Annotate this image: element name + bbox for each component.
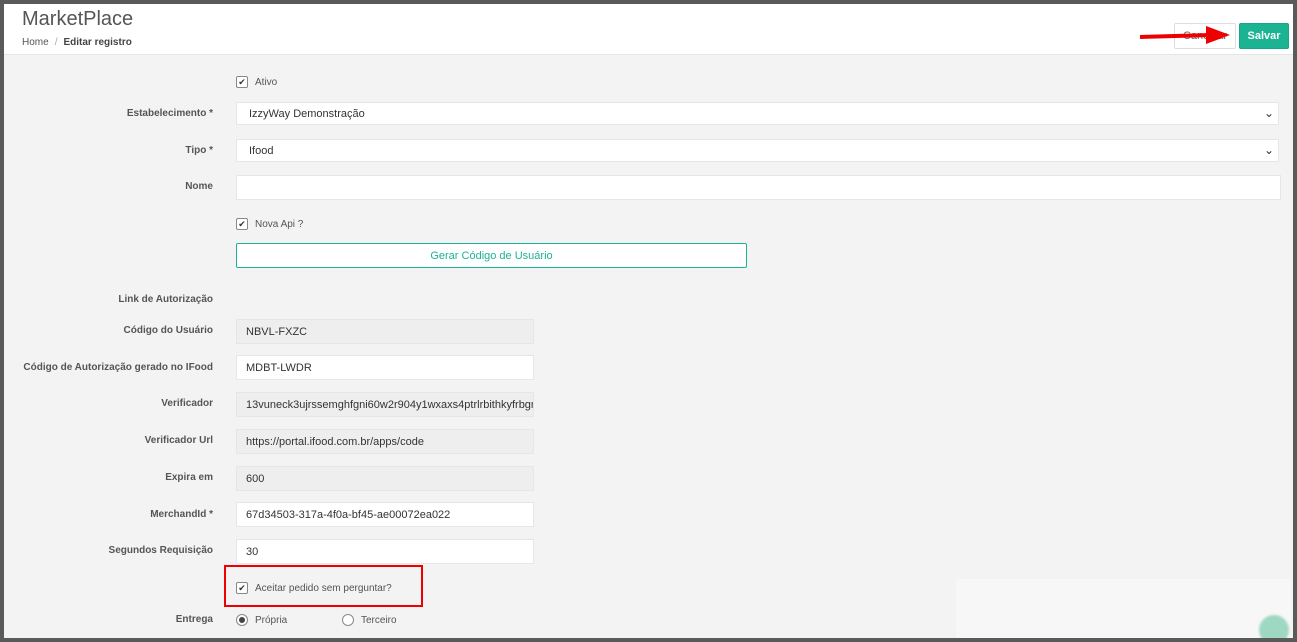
entrega-propria-label: Própria [255, 615, 288, 626]
ativo-checkbox[interactable]: ✔ [236, 76, 248, 88]
merchand-id-input[interactable]: 67d34503-317a-4f0a-bf45-ae00072ea022 [236, 502, 534, 527]
segundos-requisicao-input[interactable]: 30 [236, 539, 534, 564]
breadcrumb-home[interactable]: Home [22, 37, 49, 48]
breadcrumb: Home / Editar registro [22, 37, 132, 48]
ativo-label: Ativo [255, 77, 278, 88]
estabelecimento-label: Estabelecimento * [126, 108, 213, 119]
save-button[interactable]: Salvar [1239, 23, 1289, 49]
page-title: MarketPlace [22, 8, 134, 30]
codigo-usuario-label: Código do Usuário [123, 325, 213, 336]
app-window: MarketPlace Home/Editar registro Cancela… [4, 4, 1293, 638]
tipo-value: Ifood [249, 145, 274, 157]
entrega-terceiro-label: Terceiro [361, 615, 397, 626]
page-header: MarketPlace Home/Editar registro Cancela… [4, 4, 1293, 55]
blurred-notification [956, 579, 1291, 638]
gerar-codigo-button[interactable]: Gerar Código de Usuário [236, 243, 747, 268]
nome-input[interactable] [236, 175, 1281, 200]
entrega-propria-radio[interactable] [236, 614, 248, 626]
segundos-requisicao-label: Segundos Requisição [108, 545, 213, 556]
chat-icon[interactable] [1259, 615, 1289, 638]
nome-label: Nome [185, 181, 213, 192]
expira-em-label: Expira em [165, 472, 213, 483]
nova-api-label: Nova Api ? [255, 219, 304, 230]
chevron-down-icon: ⌄ [1263, 106, 1274, 120]
verificador-field: 13vuneck3ujrssemghfgni60w2r904y1wxaxs4pt… [236, 392, 534, 417]
codigo-autorizacao-input[interactable]: MDBT-LWDR [236, 355, 534, 380]
breadcrumb-current: Editar registro [63, 37, 132, 48]
estabelecimento-value: IzzyWay Demonstração [249, 108, 365, 120]
tipo-select[interactable]: Ifood ⌄ [236, 139, 1279, 162]
annotation-highlight-box [224, 565, 423, 607]
verificador-label: Verificador [161, 398, 213, 409]
nova-api-checkbox[interactable]: ✔ [236, 218, 248, 230]
codigo-usuario-field: NBVL-FXZC [236, 319, 534, 344]
chevron-down-icon: ⌄ [1263, 143, 1274, 157]
estabelecimento-select[interactable]: IzzyWay Demonstração ⌄ [236, 102, 1279, 125]
breadcrumb-separator: / [54, 37, 58, 48]
annotation-arrow-icon [1139, 26, 1230, 44]
expira-em-field: 600 [236, 466, 534, 491]
verificador-url-field: https://portal.ifood.com.br/apps/code [236, 429, 534, 454]
merchand-id-label: MerchandId * [150, 509, 213, 520]
entrega-terceiro-radio[interactable] [342, 614, 354, 626]
tipo-label: Tipo * [185, 145, 213, 156]
entrega-label: Entrega [175, 614, 213, 625]
verificador-url-label: Verificador Url [144, 435, 213, 446]
link-autorizacao-label: Link de Autorização [118, 294, 213, 305]
codigo-autorizacao-label: Código de Autorização gerado no IFood [23, 362, 213, 373]
